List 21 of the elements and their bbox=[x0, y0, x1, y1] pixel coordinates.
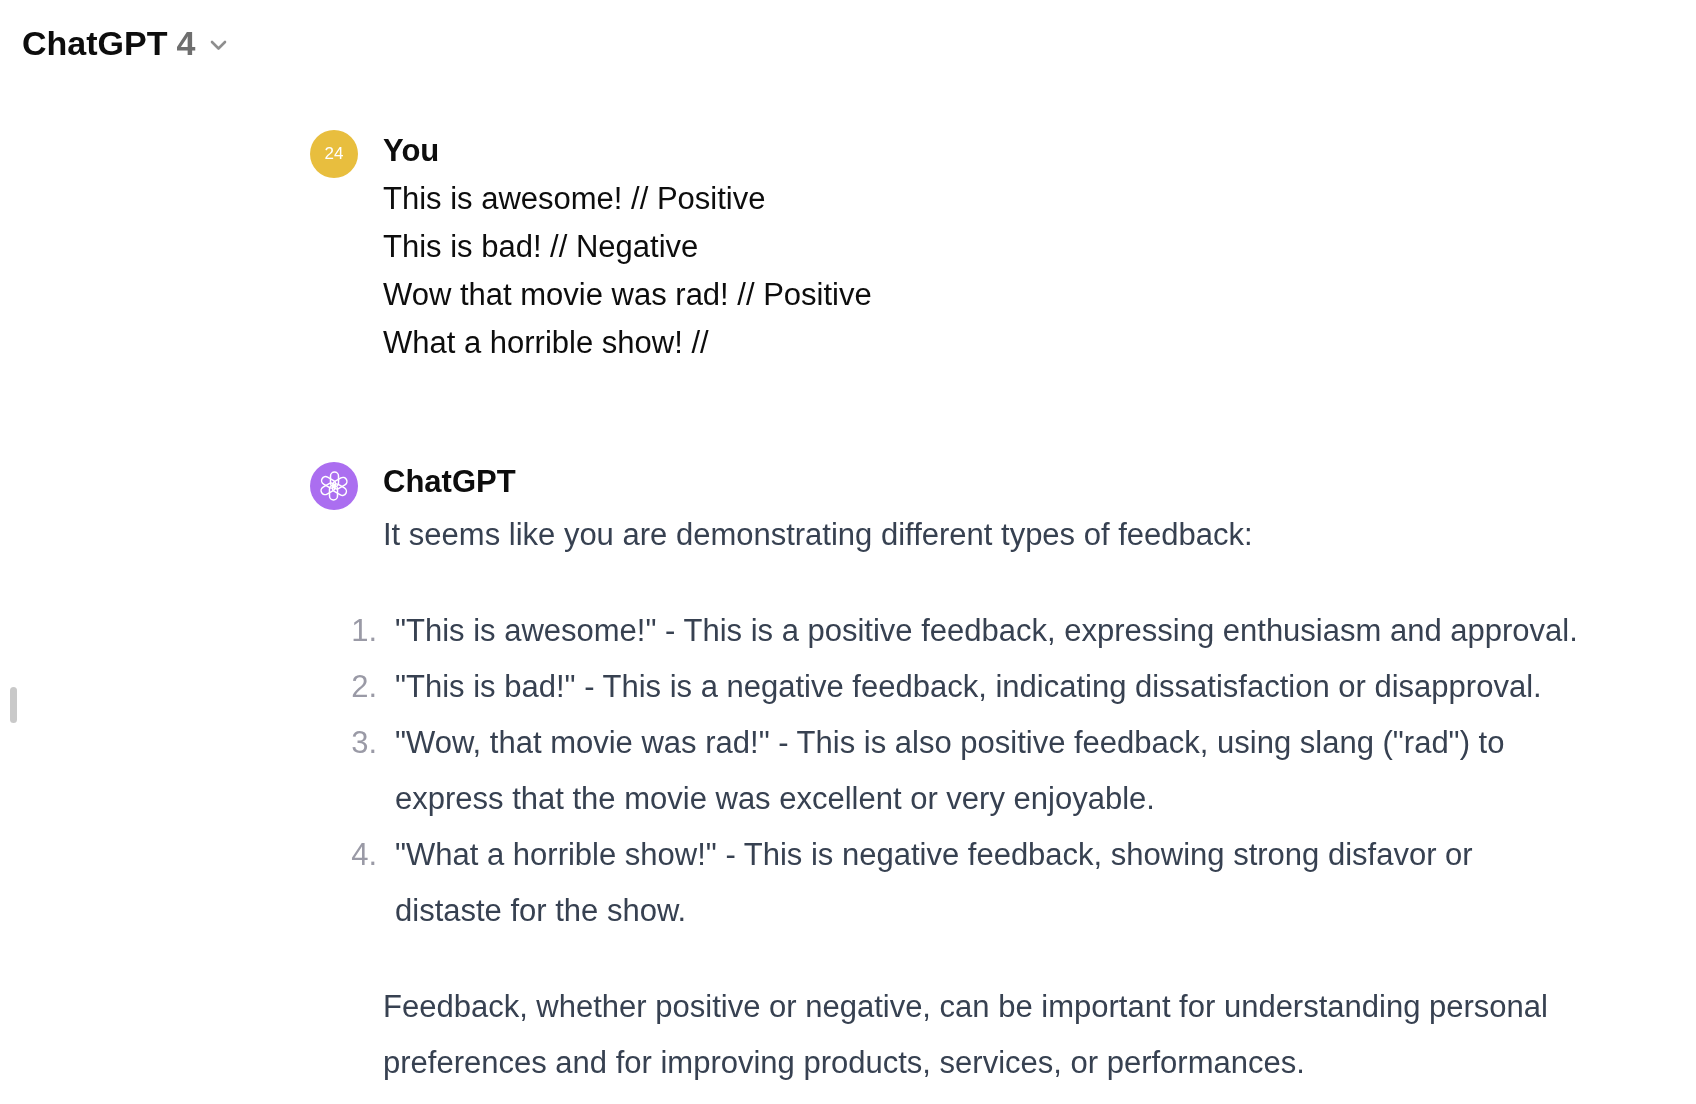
chevron-down-icon[interactable] bbox=[210, 39, 228, 51]
knot-logo-icon bbox=[310, 462, 358, 510]
user-avatar: 24 bbox=[310, 130, 358, 178]
list-number: 1. bbox=[351, 612, 377, 650]
list-number: 4. bbox=[351, 836, 377, 874]
message-line: This is bad! // Negative bbox=[383, 228, 700, 266]
message-paragraph: Feedback, whether positive or negative, can be important for understanding personal preferences and for improving products, services, or performances. bbox=[383, 988, 1549, 1082]
author-name: ChatGPT bbox=[383, 464, 517, 500]
author-name: You bbox=[383, 133, 441, 169]
list-number: 3. bbox=[351, 724, 377, 762]
message-text: It seems like you are demonstrating different types of feedback: bbox=[383, 516, 1254, 554]
list-item-text: "This is bad!" - This is a negative feedback, indicating dissatisfaction or disapproval. bbox=[395, 668, 1543, 706]
scrollbar-thumb[interactable] bbox=[10, 687, 17, 723]
list-item-text: "This is awesome!" - This is a positive feedback, expressing enthusiasm and approval. bbox=[395, 612, 1579, 650]
list-item-text: "Wow, that movie was rad!" - This is also positive feedback, using slang ("rad") to express that the movie was excellent or very enjoyable. bbox=[395, 724, 1506, 818]
list-item-text: "What a horrible show!" - This is negative feedback, showing strong disfavor or distaste for the show. bbox=[395, 836, 1474, 930]
message-line: Wow that movie was rad! // Positive bbox=[383, 276, 873, 314]
model-selector-button[interactable]: ChatGPT 4 bbox=[22, 22, 228, 64]
message-line: This is awesome! // Positive bbox=[383, 180, 767, 218]
list-number: 2. bbox=[351, 668, 377, 706]
message-line: What a horrible show! // bbox=[383, 324, 710, 362]
